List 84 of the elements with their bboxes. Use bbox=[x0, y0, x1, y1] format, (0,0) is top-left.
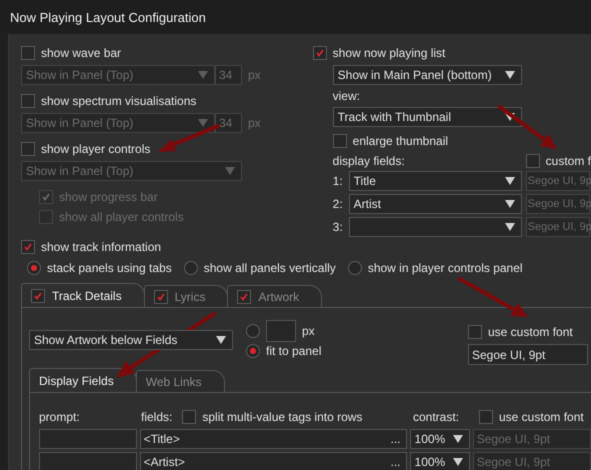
display-fields-label: display fields: bbox=[332, 154, 406, 168]
view-dropdown[interactable]: Track with Thumbnail bbox=[332, 107, 522, 127]
annotation-arrow bbox=[458, 277, 528, 317]
caret-icon bbox=[504, 200, 515, 208]
annotation-arrow bbox=[498, 105, 557, 149]
caret-icon bbox=[504, 71, 515, 79]
checkbox-label: show track information bbox=[41, 240, 162, 254]
checkbox[interactable] bbox=[526, 154, 540, 168]
checkbox-label: show progress bar bbox=[59, 190, 158, 204]
field-index: 2: bbox=[332, 197, 344, 211]
font-field[interactable]: Segoe UI, 9pt bbox=[468, 344, 588, 365]
unit-label: px bbox=[248, 116, 261, 130]
unit-label: px bbox=[302, 324, 315, 338]
checkbox[interactable] bbox=[479, 410, 493, 424]
checkbox[interactable] bbox=[332, 134, 347, 148]
tab[interactable]: Display Fields bbox=[29, 368, 137, 392]
caret-icon bbox=[216, 336, 226, 344]
contrast-dropdown[interactable]: 100% bbox=[410, 452, 470, 470]
checkbox-label: show now playing list bbox=[332, 46, 446, 60]
tag-field[interactable]: <Artist> ... bbox=[140, 452, 407, 470]
radio-label: fit to panel bbox=[266, 344, 322, 358]
checkbox-label: show spectrum visualisations bbox=[41, 94, 196, 108]
checkbox-label: show all player controls bbox=[59, 210, 184, 224]
check-icon bbox=[314, 48, 325, 58]
checkbox[interactable] bbox=[31, 288, 45, 302]
radio-button[interactable] bbox=[27, 261, 41, 275]
caret-icon bbox=[452, 435, 463, 443]
field-index: 1: bbox=[332, 174, 344, 188]
checkbox[interactable] bbox=[154, 290, 168, 304]
caret-icon bbox=[225, 167, 235, 175]
checkbox-label: show wave bar bbox=[41, 46, 122, 60]
tag-field[interactable]: <Title> ... bbox=[140, 429, 407, 449]
checkbox-label: enlarge thumbnail bbox=[352, 134, 448, 148]
checkbox-label: show player controls bbox=[41, 142, 150, 156]
radio-button[interactable] bbox=[246, 324, 260, 338]
tab[interactable]: Artwork bbox=[227, 285, 322, 307]
checkbox[interactable] bbox=[312, 46, 327, 60]
radio-button[interactable] bbox=[348, 261, 362, 275]
artwork-dropdown[interactable]: Show Artwork below Fields bbox=[29, 330, 233, 350]
more-button[interactable]: ... bbox=[390, 432, 403, 446]
prompt-field[interactable] bbox=[39, 452, 137, 470]
checkbox-label: use custom font bbox=[499, 410, 584, 424]
prompt-field[interactable] bbox=[39, 429, 137, 449]
radio-label: show all panels vertically bbox=[204, 261, 336, 275]
view-label: view: bbox=[332, 89, 360, 103]
field-dropdown[interactable]: Title bbox=[348, 171, 522, 191]
field-value: <Artist> bbox=[144, 455, 185, 469]
tab[interactable]: Track Details bbox=[21, 283, 145, 307]
check-icon bbox=[33, 290, 43, 300]
contrast-dropdown[interactable]: 100% bbox=[410, 429, 470, 449]
annotation-arrow bbox=[158, 124, 220, 152]
field-dropdown[interactable] bbox=[348, 217, 522, 237]
contrast-label: contrast: bbox=[413, 410, 460, 424]
check-icon bbox=[156, 292, 166, 302]
checkbox-label: split multi-value tags into rows bbox=[202, 410, 362, 424]
tab[interactable]: Web Links bbox=[136, 370, 225, 392]
radio-label: stack panels using tabs bbox=[47, 261, 172, 275]
window-title: Now Playing Layout Configuration bbox=[10, 10, 206, 24]
field-value: <Title> bbox=[144, 432, 180, 446]
field-index: 3: bbox=[332, 220, 344, 234]
checkbox-label: custom f bbox=[546, 154, 591, 168]
position-dropdown[interactable]: Show in Main Panel (bottom) bbox=[332, 65, 522, 85]
caret-icon bbox=[504, 177, 515, 185]
size-field[interactable] bbox=[266, 320, 296, 342]
checkbox[interactable] bbox=[237, 290, 252, 304]
radio-button[interactable] bbox=[246, 344, 260, 358]
unit-label: px bbox=[248, 68, 261, 82]
radio-button[interactable] bbox=[184, 261, 198, 275]
check-icon bbox=[239, 292, 250, 302]
caret-icon bbox=[504, 113, 515, 121]
prompt-label: prompt: bbox=[39, 410, 81, 424]
checkbox-label: use custom font bbox=[488, 325, 573, 339]
caret-icon bbox=[504, 223, 515, 231]
radio-label: show in player controls panel bbox=[368, 261, 523, 275]
checkbox[interactable] bbox=[21, 240, 35, 254]
checkbox[interactable] bbox=[468, 325, 482, 339]
more-button[interactable]: ... bbox=[390, 455, 403, 469]
field-dropdown[interactable]: Artist bbox=[348, 194, 522, 214]
tab[interactable]: Lyrics bbox=[144, 285, 228, 307]
fields-label: fields: bbox=[141, 410, 172, 424]
checkbox[interactable] bbox=[182, 410, 196, 424]
check-icon bbox=[23, 242, 33, 252]
check-icon bbox=[41, 192, 51, 202]
caret-icon bbox=[452, 458, 463, 466]
